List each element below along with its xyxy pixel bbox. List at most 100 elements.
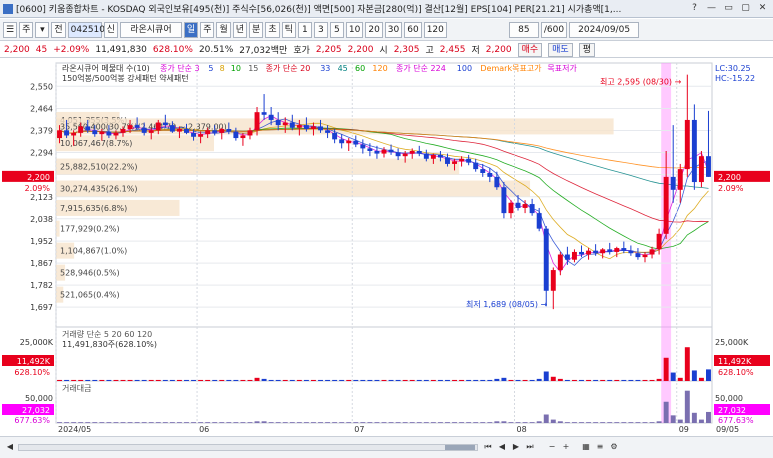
volume-bar <box>162 379 168 381</box>
tab-weekly[interactable]: 주 <box>200 21 215 38</box>
candle-body <box>261 112 267 115</box>
interval-30[interactable]: 30 <box>384 21 403 38</box>
legend-item: 10 <box>231 64 241 73</box>
ask-label: 호가 <box>293 46 310 56</box>
date-tick-label: 2024/05 <box>58 425 91 434</box>
candle-body <box>381 149 387 154</box>
volume-axis-left: 25,000K <box>20 338 54 347</box>
avg-button[interactable]: 평 <box>578 42 595 57</box>
interval-5[interactable]: 5 <box>329 21 344 38</box>
grid-icon[interactable]: ▦ <box>580 441 592 453</box>
current-price: 2,200 <box>4 44 30 55</box>
volume-bar <box>586 379 592 381</box>
candle-body <box>191 132 197 137</box>
prev-icon[interactable]: ◀ <box>496 441 508 453</box>
candle-body <box>508 202 514 214</box>
price-tick-label: 1,867 <box>30 259 53 268</box>
tab-yearly[interactable]: 년 <box>232 21 248 38</box>
first-icon[interactable]: ⏮ <box>482 441 494 453</box>
sell-button[interactable]: 매도 <box>548 42 573 57</box>
bottom-scroll-bar: ◀ ⏮ ◀ ▶ ⏭ − + ▦ ≡ ⚙ <box>0 436 773 458</box>
legend-item: 60 <box>355 64 365 73</box>
amount-bar <box>198 422 204 423</box>
candle-body <box>85 126 91 131</box>
volume-bar <box>564 379 570 381</box>
bid-price: 2,200 <box>347 44 374 55</box>
tab-tick[interactable]: 틱 <box>281 21 296 38</box>
interval-20[interactable]: 20 <box>365 21 383 38</box>
maximize-icon[interactable]: ▢ <box>739 2 752 15</box>
buy-button[interactable]: 매수 <box>517 42 543 57</box>
amount-bar <box>430 422 436 423</box>
candle-body <box>374 151 380 154</box>
volume-bar <box>127 379 133 381</box>
candle-body <box>536 213 542 229</box>
close-icon[interactable]: ✕ <box>756 2 769 15</box>
amount-bar <box>64 422 70 423</box>
volume-bar <box>494 378 500 381</box>
volume-bar <box>240 379 246 381</box>
horizontal-scrollbar[interactable] <box>18 444 478 451</box>
amount-bar <box>226 422 232 423</box>
volume-bar <box>99 379 105 381</box>
amount-bar <box>614 422 620 423</box>
last-icon[interactable]: ⏭ <box>524 441 536 453</box>
amount-bar <box>148 422 154 423</box>
volume-bar <box>543 371 549 381</box>
candle-body <box>402 153 408 157</box>
zoom-out-icon[interactable]: − <box>546 441 558 453</box>
volume-bar <box>579 379 584 381</box>
list-icon[interactable]: ≡ <box>594 441 606 453</box>
scroll-left-icon[interactable]: ◀ <box>4 441 16 453</box>
candle-body <box>416 151 422 154</box>
zoom-in-icon[interactable]: + <box>560 441 572 453</box>
volume-bar <box>184 379 189 381</box>
volume-bar <box>113 379 119 381</box>
candle-body <box>254 112 260 131</box>
interval-3[interactable]: 3 <box>313 21 328 38</box>
chevron-down-icon[interactable]: ▾ <box>35 21 50 38</box>
interval-1[interactable]: 1 <box>297 21 312 38</box>
tab-daily[interactable]: 일 <box>183 21 199 38</box>
amount-bar <box>684 390 690 423</box>
interval-10[interactable]: 10 <box>345 21 364 38</box>
price-change: 45 <box>35 44 48 55</box>
tab-monthly[interactable]: 월 <box>216 21 231 38</box>
minimize-icon[interactable]: — <box>705 2 718 15</box>
candle-body <box>691 119 697 183</box>
volume-bar <box>501 377 507 381</box>
restore-icon[interactable]: ▭ <box>722 2 735 15</box>
amount-bar <box>607 422 613 423</box>
candle-body <box>487 173 493 177</box>
interval-120[interactable]: 120 <box>423 21 447 38</box>
volume-bar <box>642 379 648 381</box>
stock-code-input[interactable]: 042510 <box>67 21 105 38</box>
new-badge[interactable]: 신 <box>103 21 118 38</box>
help-icon[interactable]: ? <box>688 2 701 15</box>
tab-minute[interactable]: 분 <box>249 21 264 38</box>
high-label: 고 <box>425 46 434 56</box>
tab-second[interactable]: 초 <box>265 21 280 38</box>
candle-body <box>409 151 415 154</box>
menu-icon[interactable]: ☰ <box>3 21 18 38</box>
amount-bar <box>522 422 528 423</box>
volume-bar <box>219 379 225 381</box>
volume-profile-label: 7,915,635(6.8%) <box>60 204 127 213</box>
amount-bar <box>205 422 211 423</box>
title-bar: [0600] 키움종합차트 - KOSDAQ 외국인보유[495(천)] 주식수… <box>0 0 773 18</box>
next-icon[interactable]: ▶ <box>510 441 522 453</box>
all-button[interactable]: 전 <box>51 21 66 38</box>
candle-body <box>134 125 140 128</box>
date-input[interactable]: 2024/09/05 <box>569 21 640 38</box>
candle-body <box>430 154 436 159</box>
lc-label: LC:30.25 <box>715 64 751 73</box>
volume-profile-label: 528,946(0.5%) <box>60 269 120 278</box>
interval-60[interactable]: 60 <box>404 21 422 38</box>
candle-body <box>148 130 154 133</box>
settings-icon[interactable]: ⚙ <box>608 441 620 453</box>
scroll-thumb[interactable] <box>445 445 475 450</box>
stock-chart[interactable]: 2,5502,4642,3792,2942,2092,1232,0381,952… <box>0 59 773 435</box>
amount-bar <box>191 422 197 423</box>
count-input[interactable]: 85 <box>508 21 539 38</box>
period-select[interactable]: 주 <box>19 21 34 38</box>
